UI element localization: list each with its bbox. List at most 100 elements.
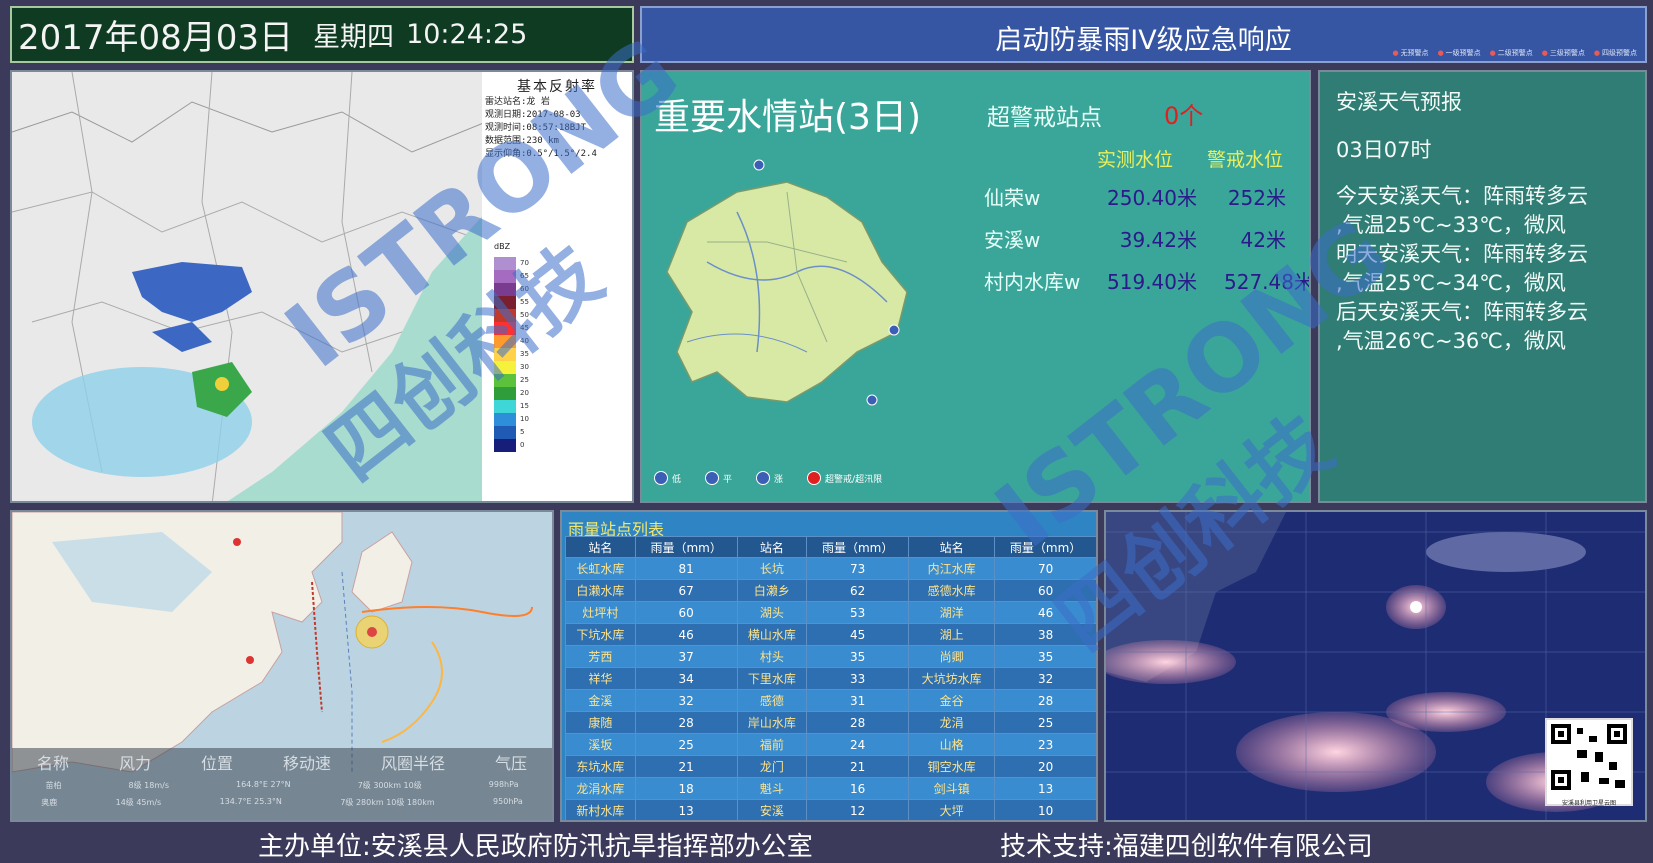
- rain-value-cell: 62: [806, 579, 910, 602]
- rain-table-row[interactable]: 金溪 32 感德 31 金谷 28: [565, 689, 1096, 712]
- qr-caption: 安溪县利用卫星云图: [1561, 800, 1616, 807]
- rain-table-row[interactable]: 官桥10大坂水库8蓬莱7: [566, 822, 1097, 823]
- weather-line: 后天安溪天气：阵雨转多云: [1336, 300, 1588, 324]
- alert-legend-item: 三级预警点: [1542, 48, 1585, 58]
- ty-cell: 14级 45m/s: [115, 798, 162, 807]
- rain-table-row[interactable]: 灶坪村 60 湖头 53 湖洋 46: [565, 601, 1096, 624]
- rain-station-cell: 下坑水库: [565, 623, 636, 646]
- rain-table-row[interactable]: 新村水库 13 安溪 12 大坪 10: [565, 799, 1096, 820]
- rain-value-cell: 35: [806, 645, 910, 668]
- rain-station-cell: 湖头: [736, 601, 808, 624]
- rain-station-cell: 大坂水库: [737, 822, 807, 823]
- rain-station-cell: 湖洋: [908, 601, 996, 624]
- rain-value-cell: 33: [806, 667, 910, 690]
- radar-info-line: 显示仰角:0.5°/1.5°/2.4: [485, 149, 597, 159]
- alert-banner: 启动防暴雨IV级应急响应 无预警点 一级预警点 二级预警点 三级预警点 四级预警…: [640, 6, 1647, 63]
- warning-level: 42米: [1240, 228, 1286, 252]
- county-map[interactable]: [647, 152, 947, 412]
- water-row[interactable]: 仙荣w 250.40米 252米: [984, 182, 1286, 211]
- rain-station-cell: 尚卿: [908, 645, 996, 668]
- radar-info-line: 观测日期:2017-08-03: [485, 110, 581, 120]
- rain-value-cell: 10: [635, 822, 737, 823]
- rain-station-cell: 内江水库: [908, 557, 996, 580]
- ty-cell: 950hPa: [493, 797, 523, 806]
- rain-value-cell: 8: [807, 822, 909, 823]
- rain-table-row[interactable]: 芳西 37 村头 35 尚卿 35: [565, 645, 1096, 668]
- rain-station-cell: 长坑: [736, 557, 808, 580]
- rain-table-row[interactable]: 祥华 34 下里水库 33 大坑坊水库 32: [565, 667, 1096, 690]
- rain-value-cell: 60: [994, 579, 1096, 602]
- rain-table-row[interactable]: 白濑水库 67 白濑乡 62 感德水库 60: [565, 579, 1096, 602]
- legend-low: 低: [654, 471, 681, 485]
- ty-cell: 7级 300km 10级: [357, 781, 422, 790]
- rain-table-row[interactable]: 龙涓水库 18 魁斗 16 剑斗镇 13: [565, 777, 1096, 800]
- typhoon-panel[interactable]: 名称 风力 位置 移动速 风圈半径 气压 苗柏 8级 18m/s 164.8°E…: [10, 510, 554, 822]
- radar-scale-step: 30: [494, 361, 529, 374]
- radar-info-line: 观测时间:08:57:18BJT: [485, 123, 587, 133]
- legend-flat: 平: [705, 471, 732, 485]
- rain-table-row[interactable]: 溪坂 25 福前 24 山格 23: [565, 733, 1096, 756]
- typhoon-row[interactable]: 苗柏 8级 18m/s 164.8°E 27°N 7级 300km 10级 99…: [12, 780, 552, 791]
- rain-value-cell: 70: [994, 557, 1096, 580]
- rain-table-row[interactable]: 下坑水库 46 横山水库 45 湖上 38: [565, 623, 1096, 646]
- rain-station-cell: 感德水库: [908, 579, 996, 602]
- weather-line: ,气温25℃~33℃，微风: [1336, 213, 1566, 237]
- weather-line: 明天安溪天气：阵雨转多云: [1336, 242, 1588, 266]
- radar-scale-step: 50: [494, 309, 529, 322]
- station-marker[interactable]: [888, 324, 900, 336]
- rain-station-cell: 魁斗: [736, 777, 808, 800]
- rain-value-cell: 12: [806, 799, 910, 820]
- rain-value-cell: 20: [994, 755, 1096, 778]
- water-row[interactable]: 安溪w 39.42米 42米: [984, 224, 1286, 253]
- radar-panel[interactable]: 基本反射率 雷达站名:龙 岩 观测日期:2017-08-03 观测时间:08:5…: [10, 70, 634, 503]
- radar-info-line: 雷达站名:龙 岩: [485, 97, 550, 107]
- rain-col-header: 站名: [736, 536, 808, 558]
- satellite-panel[interactable]: 安溪县利用卫星云图: [1104, 510, 1647, 822]
- rain-value-cell: 23: [994, 733, 1096, 756]
- typhoon-row[interactable]: 奥鹿 14级 45m/s 134.7°E 25.3°N 7级 280km 10级…: [12, 797, 552, 808]
- typhoon-info-table: 名称 风力 位置 移动速 风圈半径 气压 苗柏 8级 18m/s 164.8°E…: [12, 748, 552, 820]
- rain-station-cell: 山格: [908, 733, 996, 756]
- support-text: 技术支持:福建四创软件有限公司: [1000, 832, 1373, 862]
- rain-value-cell: 31: [806, 689, 910, 712]
- alert-legend-item: 无预警点: [1392, 48, 1429, 58]
- alert-legend-item: 四级预警点: [1594, 48, 1637, 58]
- rain-station-cell: 龙涓: [908, 711, 996, 734]
- ty-cell: 998hPa: [488, 780, 519, 789]
- rain-col-header: 站名: [908, 536, 996, 558]
- rain-station-cell: 灶坪村: [565, 601, 636, 624]
- rain-station-cell: 祥华: [565, 667, 636, 690]
- rain-table-row[interactable]: 东坑水库 21 龙门 21 铜空水库 20: [565, 755, 1096, 778]
- rain-station-cell: 村头: [736, 645, 808, 668]
- rain-value-cell: 53: [806, 601, 910, 624]
- weather-line: ,气温25℃~34℃，微风: [1336, 271, 1566, 295]
- ty-header: 位置: [200, 754, 233, 773]
- ty-header: 气压: [494, 754, 527, 773]
- water-row[interactable]: 村内水库w 519.40米 527.48米: [984, 266, 1309, 295]
- rain-table-row[interactable]: 长虹水库 81 长坑 73 内江水库 70: [565, 557, 1096, 580]
- organizer-text: 主办单位:安溪县人民政府防汛抗旱指挥部办公室: [258, 832, 813, 862]
- rain-station-cell: 福前: [736, 733, 808, 756]
- rain-value-cell: 25: [634, 733, 738, 756]
- station-name: 安溪w: [984, 228, 1041, 252]
- weekday-text: 星期四: [313, 22, 395, 53]
- station-marker[interactable]: [753, 159, 765, 171]
- rain-station-cell: 感德: [736, 689, 808, 712]
- rain-table-row[interactable]: 康随 28 岸山水库 28 龙涓 25: [565, 711, 1096, 734]
- rainfall-panel[interactable]: 雨量站点列表 站名 雨量（mm） 站名 雨量（mm） 站名 雨量（mm） 长虹水…: [560, 510, 1098, 822]
- over-warning-label: 超警戒站点: [987, 105, 1102, 131]
- rain-station-cell: 东坑水库: [565, 755, 636, 778]
- water-station-panel[interactable]: 重要水情站(3日) 超警戒站点 0个 实测水位 警戒水位 仙荣w 250.40米…: [640, 70, 1311, 503]
- rain-value-cell: 45: [806, 623, 910, 646]
- rain-value-cell: 46: [634, 623, 738, 646]
- rain-station-cell: 岸山水库: [736, 711, 808, 734]
- rain-value-cell: 13: [994, 777, 1096, 800]
- water-legend: 低 平 涨 超警戒/超汛限: [654, 471, 882, 485]
- station-marker[interactable]: [866, 394, 878, 406]
- radar-scale-step: 65: [494, 270, 529, 283]
- measured-level: 250.40米: [1107, 186, 1197, 210]
- rain-value-cell: 18: [634, 777, 738, 800]
- radar-scale-step: 35: [494, 348, 529, 361]
- rain-value-cell: 28: [806, 711, 910, 734]
- rain-value-cell: 24: [806, 733, 910, 756]
